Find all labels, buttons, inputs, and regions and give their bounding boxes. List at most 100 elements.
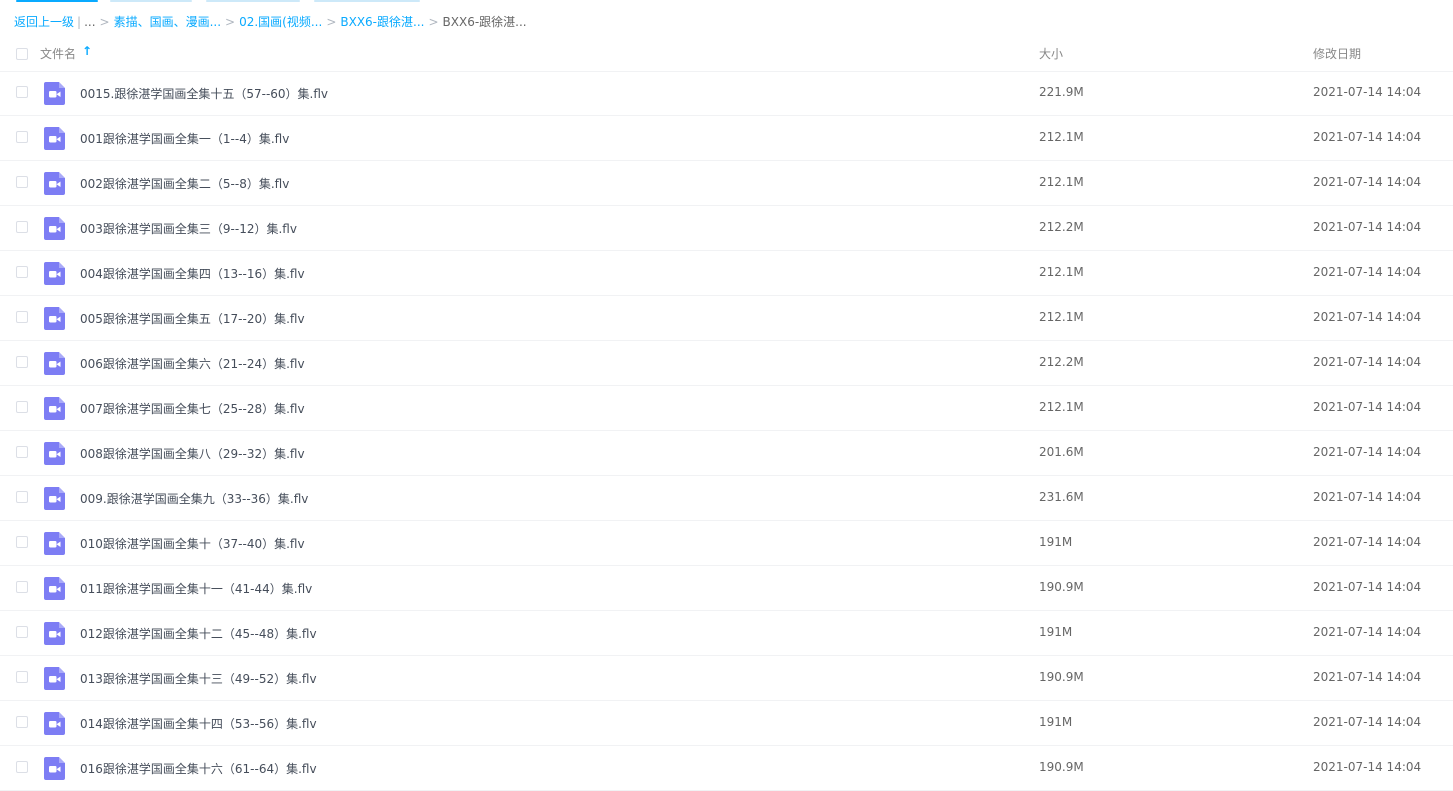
file-modified-date: 2021-07-14 14:04 [1313,220,1422,234]
row-checkbox[interactable] [16,221,28,233]
breadcrumb-separator: > [428,15,439,29]
row-checkbox[interactable] [16,716,28,728]
table-row[interactable]: 004跟徐湛学国画全集四（13--16）集.flv 212.1M 2021-07-1… [0,251,1453,296]
video-file-icon[interactable] [44,712,65,735]
column-header-date[interactable]: 修改日期 [1313,45,1361,62]
file-name[interactable]: 007跟徐湛学国画全集七（25--28）集.flv [80,400,305,417]
table-row[interactable]: 016跟徐湛学国画全集十六（61--64）集.flv 190.9M 2021-07-… [0,746,1453,791]
video-file-icon[interactable] [44,442,65,465]
file-modified-date: 2021-07-14 14:04 [1313,85,1422,99]
file-name[interactable]: 012跟徐湛学国画全集十二（45--48）集.flv [80,625,317,642]
video-file-icon[interactable] [44,577,65,600]
row-checkbox[interactable] [16,311,28,323]
file-name[interactable]: 005跟徐湛学国画全集五（17--20）集.flv [80,310,305,327]
table-row[interactable]: 001跟徐湛学国画全集一（1--4）集.flv 212.1M 2021-07-14 … [0,116,1453,161]
breadcrumb: 返回上一级 |... > 素描、国画、漫画... >02.国画(视频... > BXX6-跟… [14,13,527,31]
table-row[interactable]: 011跟徐湛学国画全集十一（41-44）集.flv 190.9M 2021-07-1… [0,566,1453,611]
row-checkbox[interactable] [16,401,28,413]
file-modified-date: 2021-07-14 14:04 [1313,535,1422,549]
breadcrumb-item[interactable]: BXX6-跟徐湛... [340,15,424,29]
table-row[interactable]: 0015.跟徐湛学国画全集十五（57--60）集.flv 221.9M 2021-0… [0,71,1453,116]
video-file-icon[interactable] [44,307,65,330]
sort-ascending-icon[interactable]: ↑ [82,44,92,58]
table-row[interactable]: 013跟徐湛学国画全集十三（49--52）集.flv 190.9M 2021-07-… [0,656,1453,701]
file-name[interactable]: 002跟徐湛学国画全集二（5--8）集.flv [80,175,289,192]
file-size: 190.9M [1039,580,1084,594]
file-name[interactable]: 010跟徐湛学国画全集十（37--40）集.flv [80,535,305,552]
file-name[interactable]: 001跟徐湛学国画全集一（1--4）集.flv [80,130,289,147]
video-file-icon[interactable] [44,262,65,285]
select-all-checkbox[interactable] [16,48,28,60]
tab-indicator [110,0,192,2]
file-size: 212.2M [1039,355,1084,369]
table-row[interactable]: 009.跟徐湛学国画全集九（33--36）集.flv 231.6M 2021-07-… [0,476,1453,521]
row-checkbox[interactable] [16,176,28,188]
file-modified-date: 2021-07-14 14:04 [1313,265,1422,279]
table-row[interactable]: 008跟徐湛学国画全集八（29--32）集.flv 201.6M 2021-07-1… [0,431,1453,476]
breadcrumb-current: BXX6-跟徐湛... [442,15,527,29]
table-row[interactable]: 007跟徐湛学国画全集七（25--28）集.flv 212.1M 2021-07-1… [0,386,1453,431]
file-size: 212.1M [1039,310,1084,324]
video-file-icon[interactable] [44,82,65,105]
file-modified-date: 2021-07-14 14:04 [1313,445,1422,459]
video-file-icon[interactable] [44,757,65,780]
table-row[interactable]: 005跟徐湛学国画全集五（17--20）集.flv 212.1M 2021-07-1… [0,296,1453,341]
file-name[interactable]: 009.跟徐湛学国画全集九（33--36）集.flv [80,490,308,507]
file-name[interactable]: 003跟徐湛学国画全集三（9--12）集.flv [80,220,297,237]
breadcrumb-item[interactable]: 素描、国画、漫画... [114,15,221,29]
row-checkbox[interactable] [16,671,28,683]
file-name[interactable]: 006跟徐湛学国画全集六（21--24）集.flv [80,355,305,372]
video-file-icon[interactable] [44,622,65,645]
file-modified-date: 2021-07-14 14:04 [1313,670,1422,684]
column-header-size[interactable]: 大小 [1039,45,1063,62]
row-checkbox[interactable] [16,581,28,593]
video-file-icon[interactable] [44,532,65,555]
file-list-header: 文件名 ↑ 大小 修改日期 [0,37,1453,72]
breadcrumb-item[interactable]: 02.国画(视频... [239,15,322,29]
table-row[interactable]: 014跟徐湛学国画全集十四（53--56）集.flv 191M 2021-07-14… [0,701,1453,746]
row-checkbox[interactable] [16,536,28,548]
file-modified-date: 2021-07-14 14:04 [1313,490,1422,504]
video-file-icon[interactable] [44,667,65,690]
tab-indicator [206,0,300,2]
file-size: 212.1M [1039,130,1084,144]
row-checkbox[interactable] [16,356,28,368]
row-checkbox[interactable] [16,446,28,458]
file-name[interactable]: 016跟徐湛学国画全集十六（61--64）集.flv [80,760,317,777]
file-name[interactable]: 013跟徐湛学国画全集十三（49--52）集.flv [80,670,317,687]
file-name[interactable]: 014跟徐湛学国画全集十四（53--56）集.flv [80,715,317,732]
row-checkbox[interactable] [16,266,28,278]
file-size: 231.6M [1039,490,1084,504]
file-size: 191M [1039,535,1073,549]
video-file-icon[interactable] [44,487,65,510]
video-file-icon[interactable] [44,172,65,195]
video-file-icon[interactable] [44,352,65,375]
file-name[interactable]: 011跟徐湛学国画全集十一（41-44）集.flv [80,580,312,597]
table-row[interactable]: 006跟徐湛学国画全集六（21--24）集.flv 212.2M 2021-07-1… [0,341,1453,386]
file-modified-date: 2021-07-14 14:04 [1313,310,1422,324]
row-checkbox[interactable] [16,626,28,638]
file-modified-date: 2021-07-14 14:04 [1313,580,1422,594]
table-row[interactable]: 003跟徐湛学国画全集三（9--12）集.flv 212.2M 2021-07-14… [0,206,1453,251]
top-tab-indicators [0,0,1453,3]
file-name[interactable]: 004跟徐湛学国画全集四（13--16）集.flv [80,265,305,282]
file-size: 190.9M [1039,670,1084,684]
row-checkbox[interactable] [16,131,28,143]
row-checkbox[interactable] [16,491,28,503]
table-row[interactable]: 002跟徐湛学国画全集二（5--8）集.flv 212.1M 2021-07-14 … [0,161,1453,206]
file-size: 191M [1039,715,1073,729]
table-row[interactable]: 010跟徐湛学国画全集十（37--40）集.flv 191M 2021-07-14 … [0,521,1453,566]
file-name[interactable]: 0015.跟徐湛学国画全集十五（57--60）集.flv [80,85,328,102]
back-link[interactable]: 返回上一级 [14,15,74,29]
row-checkbox[interactable] [16,761,28,773]
video-file-icon[interactable] [44,127,65,150]
file-size: 190.9M [1039,760,1084,774]
row-checkbox[interactable] [16,86,28,98]
file-name[interactable]: 008跟徐湛学国画全集八（29--32）集.flv [80,445,305,462]
table-row[interactable]: 012跟徐湛学国画全集十二（45--48）集.flv 191M 2021-07-14… [0,611,1453,656]
breadcrumb-ellipsis[interactable]: ... [84,15,95,29]
video-file-icon[interactable] [44,217,65,240]
file-modified-date: 2021-07-14 14:04 [1313,175,1422,189]
video-file-icon[interactable] [44,397,65,420]
column-header-name[interactable]: 文件名 [40,45,76,62]
